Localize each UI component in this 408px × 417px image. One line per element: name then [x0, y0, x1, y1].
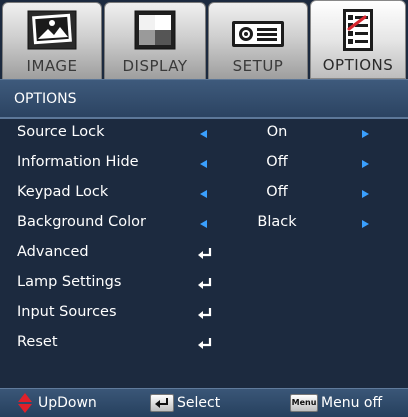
projector-icon — [232, 21, 284, 47]
enter-key-icon — [150, 394, 174, 412]
menu-key-label: Menu — [291, 398, 317, 407]
arrow-right-icon[interactable] — [362, 160, 369, 168]
arrow-left-icon[interactable] — [200, 160, 207, 168]
setting-value: Black — [257, 214, 297, 230]
image-icon — [27, 10, 77, 50]
tab-image-label: IMAGE — [26, 57, 78, 75]
setting-background-color[interactable]: Background Color Black — [0, 209, 408, 239]
setting-value: Off — [266, 184, 288, 200]
tab-display[interactable]: DISPLAY — [104, 2, 206, 79]
tab-options[interactable]: OPTIONS — [310, 0, 406, 79]
setting-value: Off — [266, 154, 288, 170]
enter-icon — [198, 248, 212, 259]
setting-label: Background Color — [17, 214, 146, 230]
submenu-label: Advanced — [17, 244, 89, 260]
checklist-icon — [343, 9, 373, 51]
submenu-label: Reset — [17, 334, 58, 350]
menu-tabs: IMAGE DISPLAY SETUP OPTIONS — [0, 0, 408, 79]
setting-source-lock[interactable]: Source Lock On — [0, 119, 408, 149]
setting-label: Information Hide — [17, 154, 139, 170]
arrow-left-icon[interactable] — [200, 220, 207, 228]
submenu-lamp-settings[interactable]: Lamp Settings — [0, 269, 408, 299]
submenu-advanced[interactable]: Advanced — [0, 239, 408, 269]
tab-options-label: OPTIONS — [322, 56, 394, 74]
help-bar: UpDown Select Menu Menu off — [0, 388, 408, 417]
updown-icon — [18, 393, 32, 413]
setting-label: Source Lock — [17, 124, 105, 140]
arrow-right-icon[interactable] — [362, 190, 369, 198]
display-icon — [134, 10, 176, 50]
setting-information-hide[interactable]: Information Hide Off — [0, 149, 408, 179]
enter-icon — [198, 278, 212, 289]
page-title-bar: OPTIONS — [0, 79, 408, 118]
setting-keypad-lock[interactable]: Keypad Lock Off — [0, 179, 408, 209]
tab-setup[interactable]: SETUP — [208, 2, 308, 79]
tab-display-label: DISPLAY — [122, 57, 188, 75]
enter-icon — [198, 338, 212, 349]
tab-setup-label: SETUP — [232, 57, 284, 75]
submenu-label: Lamp Settings — [17, 274, 122, 290]
page-title: OPTIONS — [14, 91, 77, 107]
arrow-right-icon[interactable] — [362, 130, 369, 138]
menu-key-icon: Menu — [290, 394, 318, 412]
setting-label: Keypad Lock — [17, 184, 109, 200]
arrow-left-icon[interactable] — [200, 190, 207, 198]
select-hint: Select — [177, 395, 221, 411]
setting-value: On — [266, 124, 288, 140]
tab-image[interactable]: IMAGE — [2, 2, 102, 79]
submenu-reset[interactable]: Reset — [0, 329, 408, 359]
submenu-label: Input Sources — [17, 304, 117, 320]
submenu-input-sources[interactable]: Input Sources — [0, 299, 408, 329]
arrow-right-icon[interactable] — [362, 220, 369, 228]
arrow-left-icon[interactable] — [200, 130, 207, 138]
menu-off-hint: Menu off — [321, 395, 383, 411]
updown-hint: UpDown — [38, 395, 97, 411]
enter-icon — [198, 308, 212, 319]
